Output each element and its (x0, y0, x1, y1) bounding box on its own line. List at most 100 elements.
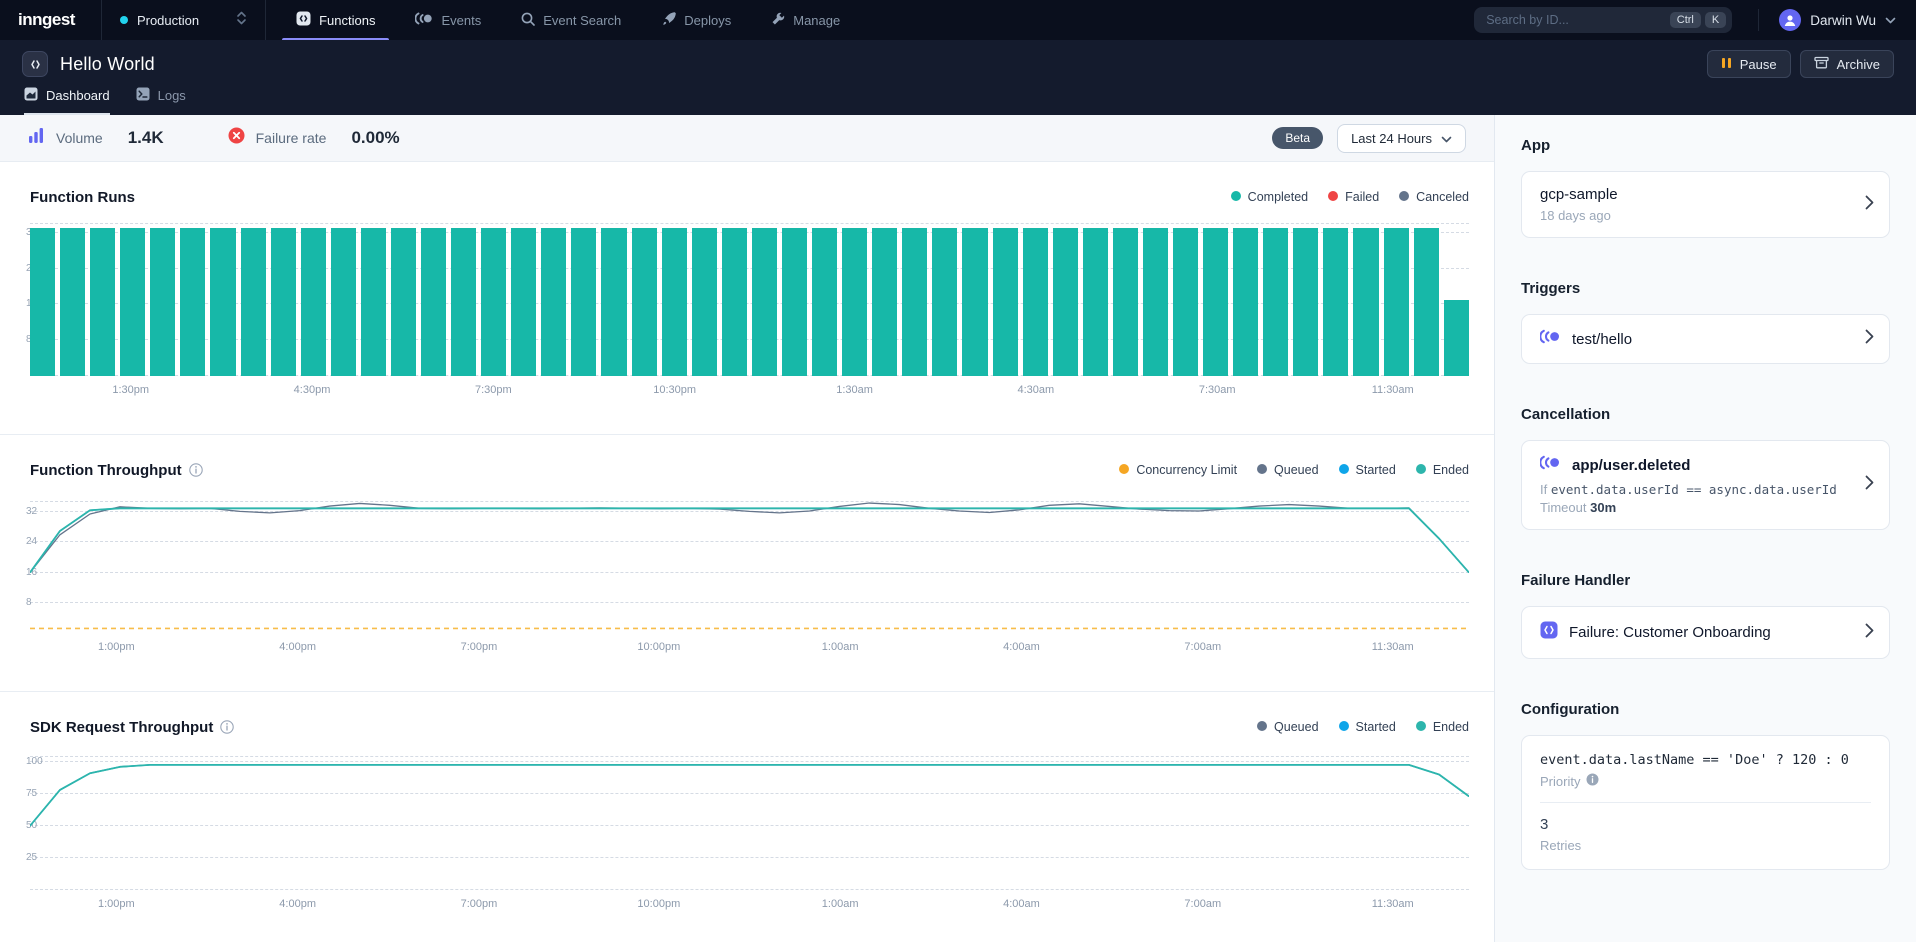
line-plot: 255075100 (30, 754, 1469, 890)
bar[interactable] (511, 228, 536, 376)
bar[interactable] (902, 228, 927, 376)
bar[interactable] (271, 228, 296, 376)
bar[interactable] (782, 228, 807, 376)
function-icon (22, 51, 48, 77)
x-tick-label: 7:00am (1184, 641, 1221, 653)
x-axis-labels: 1:00pm4:00pm7:00pm10:00pm1:00am4:00am7:0… (30, 633, 1469, 657)
bar[interactable] (1263, 228, 1288, 376)
bar[interactable] (90, 228, 115, 376)
legend-item: Canceled (1399, 190, 1469, 204)
failure-x-icon (228, 127, 245, 149)
app-card[interactable]: gcp-sample 18 days ago (1521, 171, 1890, 238)
bar[interactable] (1143, 228, 1168, 376)
top-nav: inngest Production Functions Events Even… (0, 0, 1916, 40)
bar[interactable] (1023, 228, 1048, 376)
bar[interactable] (662, 228, 687, 376)
nav-tab-functions[interactable]: Functions (282, 0, 389, 40)
line-plot: 8162432 (30, 497, 1469, 633)
bar[interactable] (391, 228, 416, 376)
environment-label: Production (137, 13, 199, 28)
bar[interactable] (812, 228, 837, 376)
bar[interactable] (632, 228, 657, 376)
nav-tab-event-search[interactable]: Event Search (507, 0, 635, 40)
bar[interactable] (241, 228, 266, 376)
functions-icon (296, 11, 311, 29)
bar[interactable] (210, 228, 235, 376)
x-tick-label: 1:00pm (98, 641, 135, 653)
bar[interactable] (932, 228, 957, 376)
archive-button[interactable]: Archive (1800, 50, 1894, 78)
legend-item: Ended (1416, 463, 1469, 477)
bar[interactable] (1173, 228, 1198, 376)
nav-tab-manage[interactable]: Manage (757, 0, 854, 40)
nav-tab-label: Manage (793, 13, 840, 28)
nav-tab-deploys[interactable]: Deploys (647, 0, 745, 40)
cancellation-card[interactable]: app/user.deleted If event.data.userId ==… (1521, 440, 1890, 530)
bar[interactable] (30, 228, 55, 376)
bar[interactable] (1323, 228, 1348, 376)
time-range-select[interactable]: Last 24 Hours (1337, 124, 1466, 153)
bar[interactable] (1233, 228, 1258, 376)
trigger-card[interactable]: test/hello (1521, 314, 1890, 364)
bar[interactable] (150, 228, 175, 376)
x-axis-labels: 1:30pm4:30pm7:30pm10:30pm1:30am4:30am7:3… (30, 376, 1469, 400)
bar[interactable] (722, 228, 747, 376)
timeout-value: 30m (1590, 500, 1616, 515)
search-input[interactable]: Search by ID... Ctrl K (1474, 7, 1732, 33)
tab-dashboard[interactable]: Dashboard (24, 87, 110, 115)
nav-tab-label: Deploys (684, 13, 731, 28)
bar[interactable] (872, 228, 897, 376)
bar[interactable] (752, 228, 777, 376)
bar[interactable] (541, 228, 566, 376)
bar[interactable] (962, 228, 987, 376)
bar[interactable] (451, 228, 476, 376)
bar[interactable] (120, 228, 145, 376)
bar[interactable] (1384, 228, 1409, 376)
bar[interactable] (1444, 300, 1469, 376)
x-tick-label: 11:30am (1372, 641, 1414, 653)
bar[interactable] (481, 228, 506, 376)
info-icon[interactable] (1586, 773, 1599, 789)
environment-select[interactable]: Production (102, 0, 265, 40)
bar[interactable] (1053, 228, 1078, 376)
bar[interactable] (1203, 228, 1228, 376)
bar[interactable] (421, 228, 446, 376)
legend-item: Concurrency Limit (1119, 463, 1237, 477)
legend-dot (1119, 464, 1129, 474)
tab-logs[interactable]: Logs (136, 87, 186, 115)
logs-icon (136, 87, 150, 104)
x-tick-label: 7:30pm (475, 384, 512, 396)
bar[interactable] (1293, 228, 1318, 376)
app-section: App gcp-sample 18 days ago (1521, 137, 1890, 238)
info-icon[interactable] (220, 720, 234, 734)
bar[interactable] (361, 228, 386, 376)
failure-handler-section: Failure Handler Failure: Customer Onboar… (1521, 572, 1890, 659)
bar[interactable] (993, 228, 1018, 376)
bar[interactable] (601, 228, 626, 376)
failure-handler-card[interactable]: Failure: Customer Onboarding (1521, 606, 1890, 659)
bar[interactable] (331, 228, 356, 376)
series-ended (30, 765, 1469, 826)
info-icon[interactable] (189, 463, 203, 477)
bar-plot: 8162432 (30, 224, 1469, 376)
x-tick-label: 1:00am (822, 898, 859, 910)
page-title: Hello World (60, 54, 155, 75)
search-placeholder: Search by ID... (1486, 13, 1666, 27)
bar[interactable] (301, 228, 326, 376)
bar[interactable] (1414, 228, 1439, 376)
bar[interactable] (180, 228, 205, 376)
bar[interactable] (60, 228, 85, 376)
bar[interactable] (571, 228, 596, 376)
bar[interactable] (1113, 228, 1138, 376)
user-menu[interactable]: Darwin Wu (1758, 9, 1916, 31)
failure-rate-label: Failure rate (256, 130, 327, 146)
bar[interactable] (1083, 228, 1108, 376)
nav-tab-events[interactable]: Events (401, 0, 495, 40)
timeout-label: Timeout (1540, 500, 1586, 515)
x-tick-label: 7:00pm (461, 898, 498, 910)
bar[interactable] (692, 228, 717, 376)
bar[interactable] (1353, 228, 1378, 376)
search-icon (521, 12, 535, 29)
pause-button[interactable]: Pause (1707, 50, 1791, 78)
bar[interactable] (842, 228, 867, 376)
